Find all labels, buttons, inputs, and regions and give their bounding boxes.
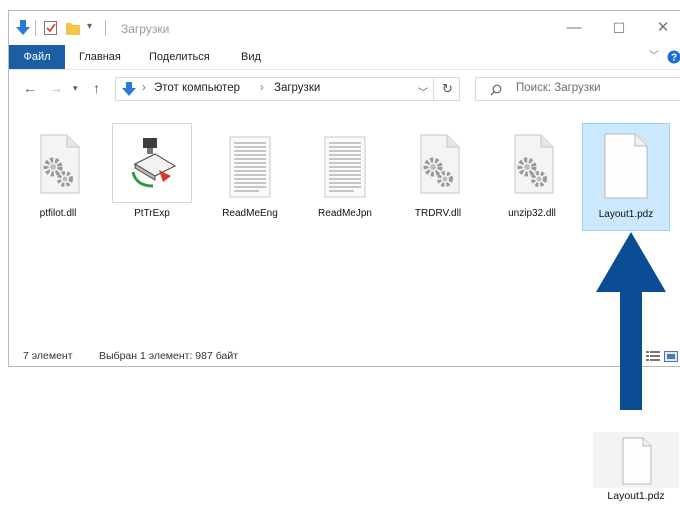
search-placeholder: Поиск: Загрузки xyxy=(516,82,601,94)
window-title: Загрузки xyxy=(121,22,170,36)
text-document-icon xyxy=(219,127,281,203)
file-item-layout1-selected[interactable]: Layout1.pdz xyxy=(582,123,670,231)
navigation-bar: ← → ▾ ↑ › Этот компьютер › Загрузки ﹀ ↻ … xyxy=(9,75,680,105)
tab-view[interactable]: Вид xyxy=(241,45,261,69)
new-folder-icon[interactable] xyxy=(65,19,81,37)
close-button[interactable]: ✕ xyxy=(643,17,680,39)
file-item-unzip32[interactable]: unzip32.dll xyxy=(489,123,575,231)
title-bar: ▾ Загрузки — ☐ ✕ xyxy=(9,11,680,45)
refresh-icon[interactable]: ↻ xyxy=(433,77,461,101)
file-name: PtTrExp xyxy=(134,208,170,219)
file-explorer-window: ▾ Загрузки — ☐ ✕ Файл Главная Поделиться… xyxy=(8,10,680,367)
recent-locations-icon[interactable]: ▾ xyxy=(73,83,78,94)
file-item-pttrexp[interactable]: PtTrExp xyxy=(109,123,195,231)
breadcrumb-this-pc[interactable]: Этот компьютер xyxy=(154,82,240,94)
file-item-ptfilot[interactable]: ptfilot.dll xyxy=(15,123,101,231)
svg-text:?: ? xyxy=(671,53,677,64)
address-dropdown-icon[interactable]: ﹀ xyxy=(418,84,428,99)
item-count: 7 элемент xyxy=(23,350,73,362)
file-item-trdrv[interactable]: TRDRV.dll xyxy=(395,123,481,231)
minimize-button[interactable]: — xyxy=(554,17,594,39)
dll-gear-icon xyxy=(407,127,469,203)
file-name: TRDRV.dll xyxy=(414,208,462,219)
file-list: ptfilot.dll PtTrExp ReadMeEng ReadMeJpn … xyxy=(9,111,680,346)
up-arrow-icon[interactable]: ↑ xyxy=(93,80,100,96)
dll-gear-icon xyxy=(27,127,89,203)
search-input[interactable]: Поиск: Загрузки xyxy=(475,77,680,101)
search-icon xyxy=(490,83,502,101)
quick-access-dropdown-icon[interactable]: ▾ xyxy=(87,21,92,39)
maximize-button[interactable]: ☐ xyxy=(599,17,639,39)
file-name: unzip32.dll xyxy=(508,208,556,219)
download-arrow-icon[interactable] xyxy=(15,19,31,37)
ribbon-tabs: Файл Главная Поделиться Вид ﹀ ? xyxy=(9,45,680,70)
dragged-file-layout1[interactable]: Layout1.pdz xyxy=(593,432,679,507)
back-arrow-icon[interactable]: ← xyxy=(23,80,37,96)
app-exe-icon xyxy=(112,123,192,203)
tab-file[interactable]: Файл xyxy=(9,45,65,69)
separator-icon xyxy=(105,20,107,38)
file-name: ptfilot.dll xyxy=(39,208,77,219)
status-bar: 7 элемент Выбран 1 элемент: 987 байт xyxy=(9,344,680,366)
downloads-folder-icon xyxy=(122,81,136,102)
large-icons-view-icon[interactable] xyxy=(664,349,678,366)
file-name: ReadMeJpn xyxy=(318,208,372,219)
separator-icon xyxy=(35,20,37,38)
file-name: ReadMeEng xyxy=(222,208,278,219)
properties-checkbox-icon[interactable] xyxy=(43,19,59,37)
dll-gear-icon xyxy=(501,127,563,203)
breadcrumb-downloads[interactable]: Загрузки xyxy=(274,82,320,94)
file-item-readmeeng[interactable]: ReadMeEng xyxy=(207,123,293,231)
text-document-icon xyxy=(314,127,376,203)
forward-arrow-icon[interactable]: → xyxy=(49,80,63,96)
drag-direction-arrow-icon xyxy=(596,232,666,417)
dragged-file-name: Layout1.pdz xyxy=(607,490,665,502)
blank-file-icon xyxy=(593,432,679,493)
blank-file-icon xyxy=(595,128,657,204)
file-name: Layout1.pdz xyxy=(598,209,654,220)
file-item-readmejpn[interactable]: ReadMeJpn xyxy=(302,123,388,231)
address-bar[interactable]: › Этот компьютер › Загрузки ﹀ xyxy=(115,77,460,101)
tab-home[interactable]: Главная xyxy=(79,45,121,69)
breadcrumb-separator-icon: › xyxy=(260,82,264,94)
help-icon[interactable]: ? xyxy=(667,50,680,64)
ribbon-expand-icon[interactable]: ﹀ xyxy=(649,45,659,69)
selection-info: Выбран 1 элемент: 987 байт xyxy=(99,350,239,362)
breadcrumb-separator-icon: › xyxy=(142,82,146,94)
tab-share[interactable]: Поделиться xyxy=(149,45,210,69)
